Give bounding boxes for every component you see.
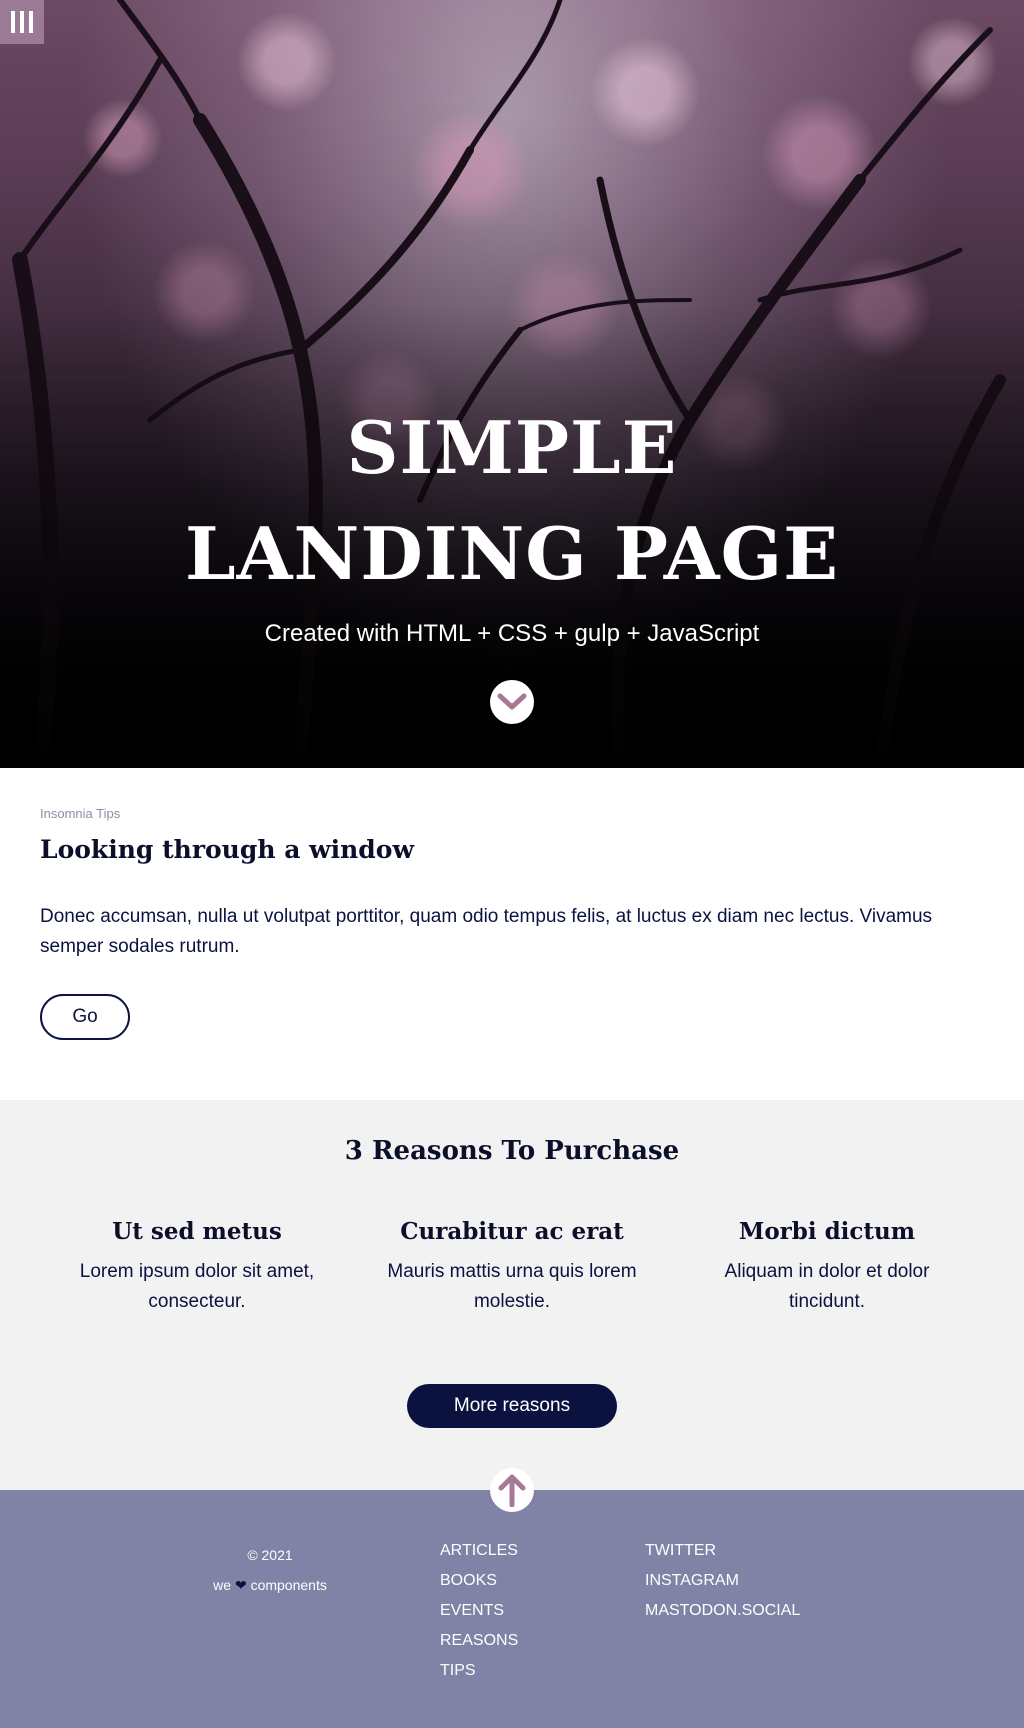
footer-link-reasons[interactable]: REASONS <box>440 1632 518 1649</box>
footer-nav-links: ARTICLES BOOKS EVENTS REASONS TIPS <box>440 1536 518 1686</box>
reasons-heading: 3 Reasons To Purchase <box>344 1136 680 1166</box>
footer-nav-item: EVENTS <box>440 1596 518 1626</box>
hero-title-line-1: SIMPLE <box>346 405 678 490</box>
copyright-text: © 2021 <box>247 1547 293 1563</box>
tips-heading: Looking through a window <box>40 835 414 864</box>
back-to-top-button[interactable] <box>490 1468 534 1512</box>
scroll-down-button[interactable] <box>490 680 534 724</box>
reason-item: Morbi dictum Aliquam in dolor et dolor t… <box>677 1218 977 1317</box>
footer-nav-item: ARTICLES <box>440 1536 518 1566</box>
footer-credits: © 2021 we ❤ components <box>190 1540 350 1600</box>
tips-body: Donec accumsan, nulla ut volutpat portti… <box>40 906 933 957</box>
reason-item: Ut sed metus Lorem ipsum dolor sit amet,… <box>47 1218 347 1317</box>
menu-bar-icon <box>11 11 15 33</box>
footer-nav-item: BOOKS <box>440 1566 518 1596</box>
footer-nav-item: REASONS <box>440 1626 518 1656</box>
footer-link-instagram[interactable]: INSTAGRAM <box>645 1572 739 1589</box>
footer-nav-item: TIPS <box>440 1656 518 1686</box>
hero-title: SIMPLE LANDING PAGE <box>0 395 1024 607</box>
footer-link-events[interactable]: EVENTS <box>440 1602 504 1619</box>
hero-title-line-2: LANDING PAGE <box>185 511 839 596</box>
hero-gradient-overlay <box>0 0 1024 768</box>
footer-social-item: INSTAGRAM <box>645 1566 800 1596</box>
reason-title: Ut sed metus <box>112 1218 282 1245</box>
menu-bar-icon <box>20 11 24 33</box>
reason-title: Morbi dictum <box>738 1218 916 1245</box>
footer-link-articles[interactable]: ARTICLES <box>440 1542 518 1559</box>
reason-title: Curabitur ac erat <box>400 1218 624 1245</box>
hero-subtitle: Created with HTML + CSS + gulp + JavaScr… <box>264 620 760 647</box>
go-button[interactable]: Go <box>40 994 130 1040</box>
reason-text: Mauris mattis urna quis lorem molestie. <box>387 1261 637 1312</box>
arrow-up-icon <box>498 1474 526 1507</box>
chevron-down-icon <box>497 693 527 710</box>
footer-social-item: MASTODON.SOCIAL <box>645 1596 800 1626</box>
footer-link-twitter[interactable]: TWITTER <box>645 1542 716 1559</box>
footer-link-books[interactable]: BOOKS <box>440 1572 497 1589</box>
footer-link-mastodon[interactable]: MASTODON.SOCIAL <box>645 1602 800 1619</box>
footer: © 2021 we ❤ components ARTICLES BOOKS EV… <box>0 1490 1024 1728</box>
reason-text: Aliquam in dolor et dolor tincidunt. <box>724 1261 930 1312</box>
love-suffix: components <box>250 1577 327 1593</box>
footer-link-tips[interactable]: TIPS <box>440 1662 476 1679</box>
reason-item: Curabitur ac erat Mauris mattis urna qui… <box>362 1218 662 1317</box>
menu-bar-icon <box>29 11 33 33</box>
reasons-section: 3 Reasons To Purchase Ut sed metus Lorem… <box>0 1100 1024 1490</box>
love-line: we ❤ components <box>190 1570 350 1600</box>
heart-icon: ❤ <box>234 1577 247 1593</box>
tips-section: Insomnia Tips Looking through a window D… <box>0 768 1024 1100</box>
footer-social-item: TWITTER <box>645 1536 800 1566</box>
hero-section: SIMPLE LANDING PAGE Created with HTML + … <box>0 0 1024 768</box>
menu-toggle-button[interactable] <box>0 0 44 44</box>
section-eyebrow: Insomnia Tips <box>40 806 121 821</box>
reason-text: Lorem ipsum dolor sit amet, consecteur. <box>79 1261 315 1312</box>
more-reasons-button[interactable]: More reasons <box>407 1384 617 1428</box>
love-prefix: we <box>213 1577 232 1593</box>
footer-social-links: TWITTER INSTAGRAM MASTODON.SOCIAL <box>645 1536 800 1626</box>
